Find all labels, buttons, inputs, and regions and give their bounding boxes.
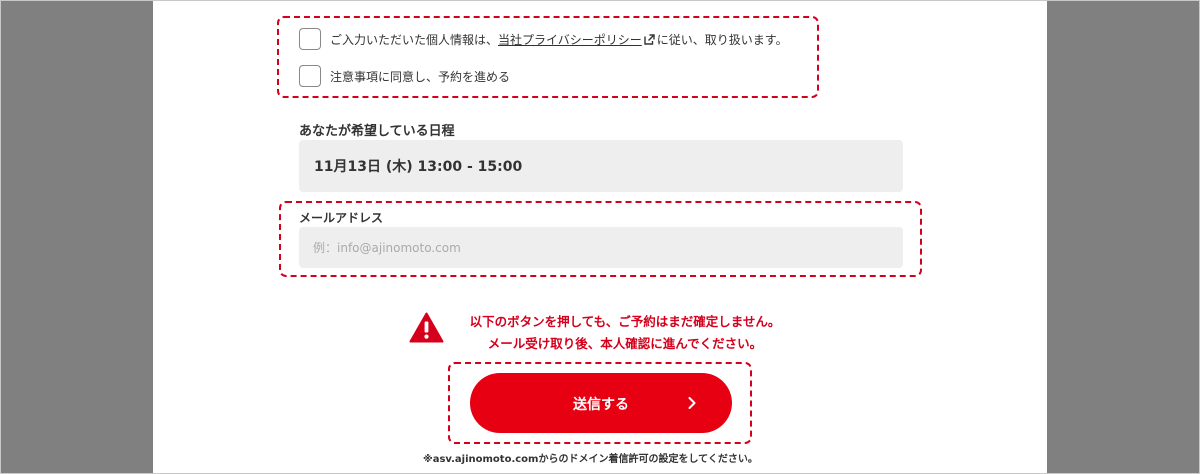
terms-consent-row: 注意事項に同意し、予約を進める: [299, 65, 510, 87]
schedule-value: 11月13日 (木) 13:00 - 15:00: [299, 140, 903, 192]
privacy-policy-link[interactable]: 当社プライバシーポリシー: [498, 31, 642, 48]
domain-allow-note: ※asv.ajinomoto.comからのドメイン着信許可の設定をしてください。: [423, 454, 758, 465]
warning-text-line2: メール受け取り後、本人確認に進んでください。: [487, 336, 763, 351]
terms-consent-checkbox[interactable]: [299, 65, 321, 87]
privacy-consent-suffix: に従い、取り扱います。: [656, 32, 788, 47]
warning-icon: [409, 312, 444, 343]
reservation-form: ご入力いただいた個人情報は、 当社プライバシーポリシー に従い、取り扱います。 …: [153, 0, 1047, 474]
email-label: メールアドレス: [299, 211, 384, 225]
privacy-consent-checkbox[interactable]: [299, 28, 321, 50]
schedule-label: あなたが希望している日程: [299, 124, 455, 139]
chevron-right-icon: [688, 397, 696, 409]
privacy-consent-prefix: ご入力いただいた個人情報は、: [330, 32, 499, 47]
email-field[interactable]: [299, 227, 903, 268]
terms-consent-label: 注意事項に同意し、予約を進める: [330, 69, 511, 84]
warning-text-line1: 以下のボタンを押しても、ご予約はまだ確定しません。: [469, 314, 781, 329]
privacy-consent-row: ご入力いただいた個人情報は、 当社プライバシーポリシー に従い、取り扱います。: [299, 28, 788, 50]
submit-button[interactable]: 送信する: [470, 373, 732, 433]
external-link-icon[interactable]: [644, 33, 655, 45]
